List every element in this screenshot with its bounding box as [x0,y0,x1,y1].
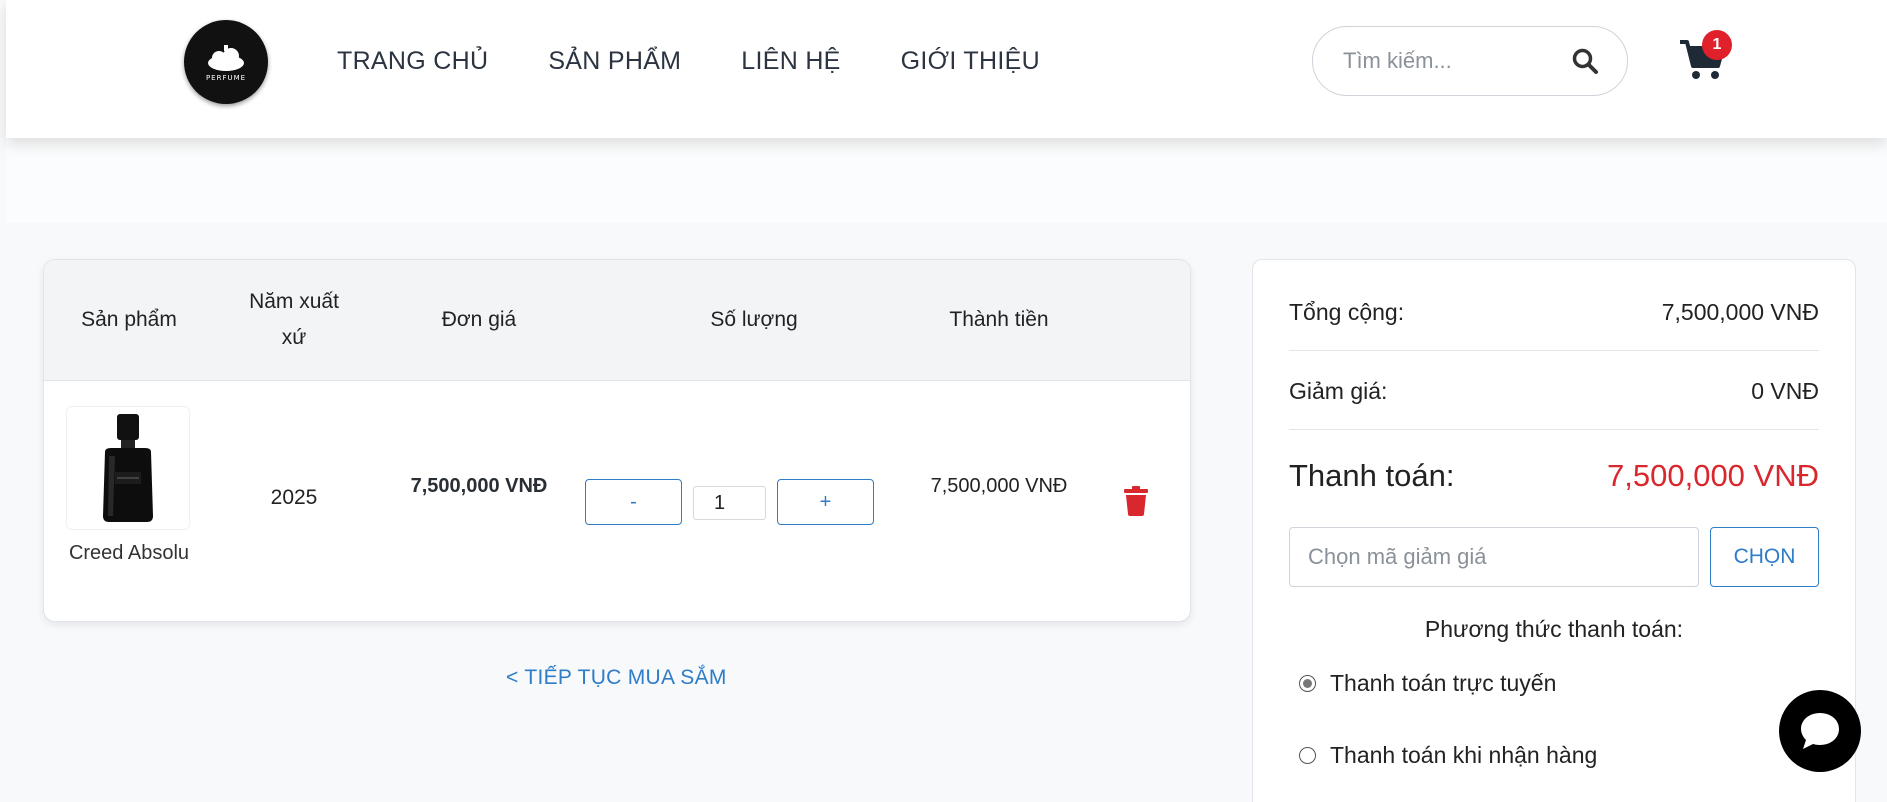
site-header: PERFUME TRANG CHỦ SẢN PHẨM LIÊN HỆ GIỚI … [6,0,1887,138]
total-label: Tổng cộng: [1289,299,1405,325]
discount-value: 0 VNĐ [1751,378,1819,404]
cloud-logo-icon [208,44,244,71]
payment-online-label: Thanh toán trực tuyến [1330,670,1557,696]
apply-coupon-button[interactable]: CHỌN [1710,527,1819,587]
summary-total-row: Tổng cộng: 7,500,000 VNĐ [1289,299,1819,326]
main-nav: TRANG CHỦ SẢN PHẨM LIÊN HỆ GIỚI THIỆU [337,47,1040,76]
payment-cod-option[interactable]: Thanh toán khi nhận hàng [1299,742,1597,769]
quantity-input[interactable] [693,486,766,520]
logo-text: PERFUME [205,73,247,82]
payment-cod-label: Thanh toán khi nhận hàng [1330,742,1598,768]
header-spacer [6,138,1887,223]
nav-home[interactable]: TRANG CHỦ [337,47,488,76]
line-total: 7,500,000 VNĐ [930,475,1068,497]
coupon-input[interactable] [1289,527,1699,587]
continue-shopping-link[interactable]: < TIẾP TỤC MUA SẮM [506,666,727,690]
radio-button-checked[interactable] [1299,675,1316,692]
order-summary: Tổng cộng: 7,500,000 VNĐ Giảm giá: 0 VNĐ… [1252,259,1856,802]
column-line-total: Thành tiền [949,308,1049,331]
chat-button[interactable] [1779,690,1861,772]
cart-count-badge: 1 [1702,30,1732,60]
payment-online-option[interactable]: Thanh toán trực tuyến [1299,670,1556,697]
site-logo[interactable]: PERFUME [184,20,268,104]
total-value: 7,500,000 VNĐ [1661,299,1819,325]
nav-about[interactable]: GIỚI THIỆU [901,47,1040,76]
payment-method-title: Phương thức thanh toán: [1424,616,1684,642]
increase-quantity-button[interactable]: + [777,479,874,525]
perfume-bottle-icon [103,414,153,522]
discount-label: Giảm giá: [1289,378,1388,404]
summary-discount-row: Giảm giá: 0 VNĐ [1289,378,1819,405]
product-image[interactable] [66,406,190,530]
cart-table: Sản phẩm Năm xuất xứ Đơn giá Số lượng Th… [43,259,1191,622]
chat-bubble-icon [1801,713,1839,749]
search-input[interactable] [1313,48,1563,74]
nav-contact[interactable]: LIÊN HỆ [741,47,840,76]
summary-payable-row: Thanh toán: 7,500,000 VNĐ [1289,458,1819,494]
search-icon[interactable] [1571,47,1599,75]
divider [1289,429,1819,430]
trash-icon[interactable] [1124,486,1148,516]
product-name[interactable]: Creed Absolu [64,538,194,568]
payable-label: Thanh toán: [1289,458,1455,493]
product-year: 2025 [270,486,318,509]
column-year: Năm xuất xứ [249,290,339,349]
column-unit-price: Đơn giá [441,308,517,331]
column-quantity: Số lượng [710,308,798,331]
payable-value: 7,500,000 VNĐ [1607,458,1819,493]
unit-price: 7,500,000 VNĐ [410,475,548,497]
radio-button[interactable] [1299,747,1316,764]
column-product: Sản phẩm [81,308,177,331]
search-box [1312,26,1628,96]
cart-table-header: Sản phẩm Năm xuất xứ Đơn giá Số lượng Th… [44,260,1190,381]
nav-products[interactable]: SẢN PHẨM [548,47,681,76]
divider [1289,350,1819,351]
decrease-quantity-button[interactable]: - [585,479,682,525]
